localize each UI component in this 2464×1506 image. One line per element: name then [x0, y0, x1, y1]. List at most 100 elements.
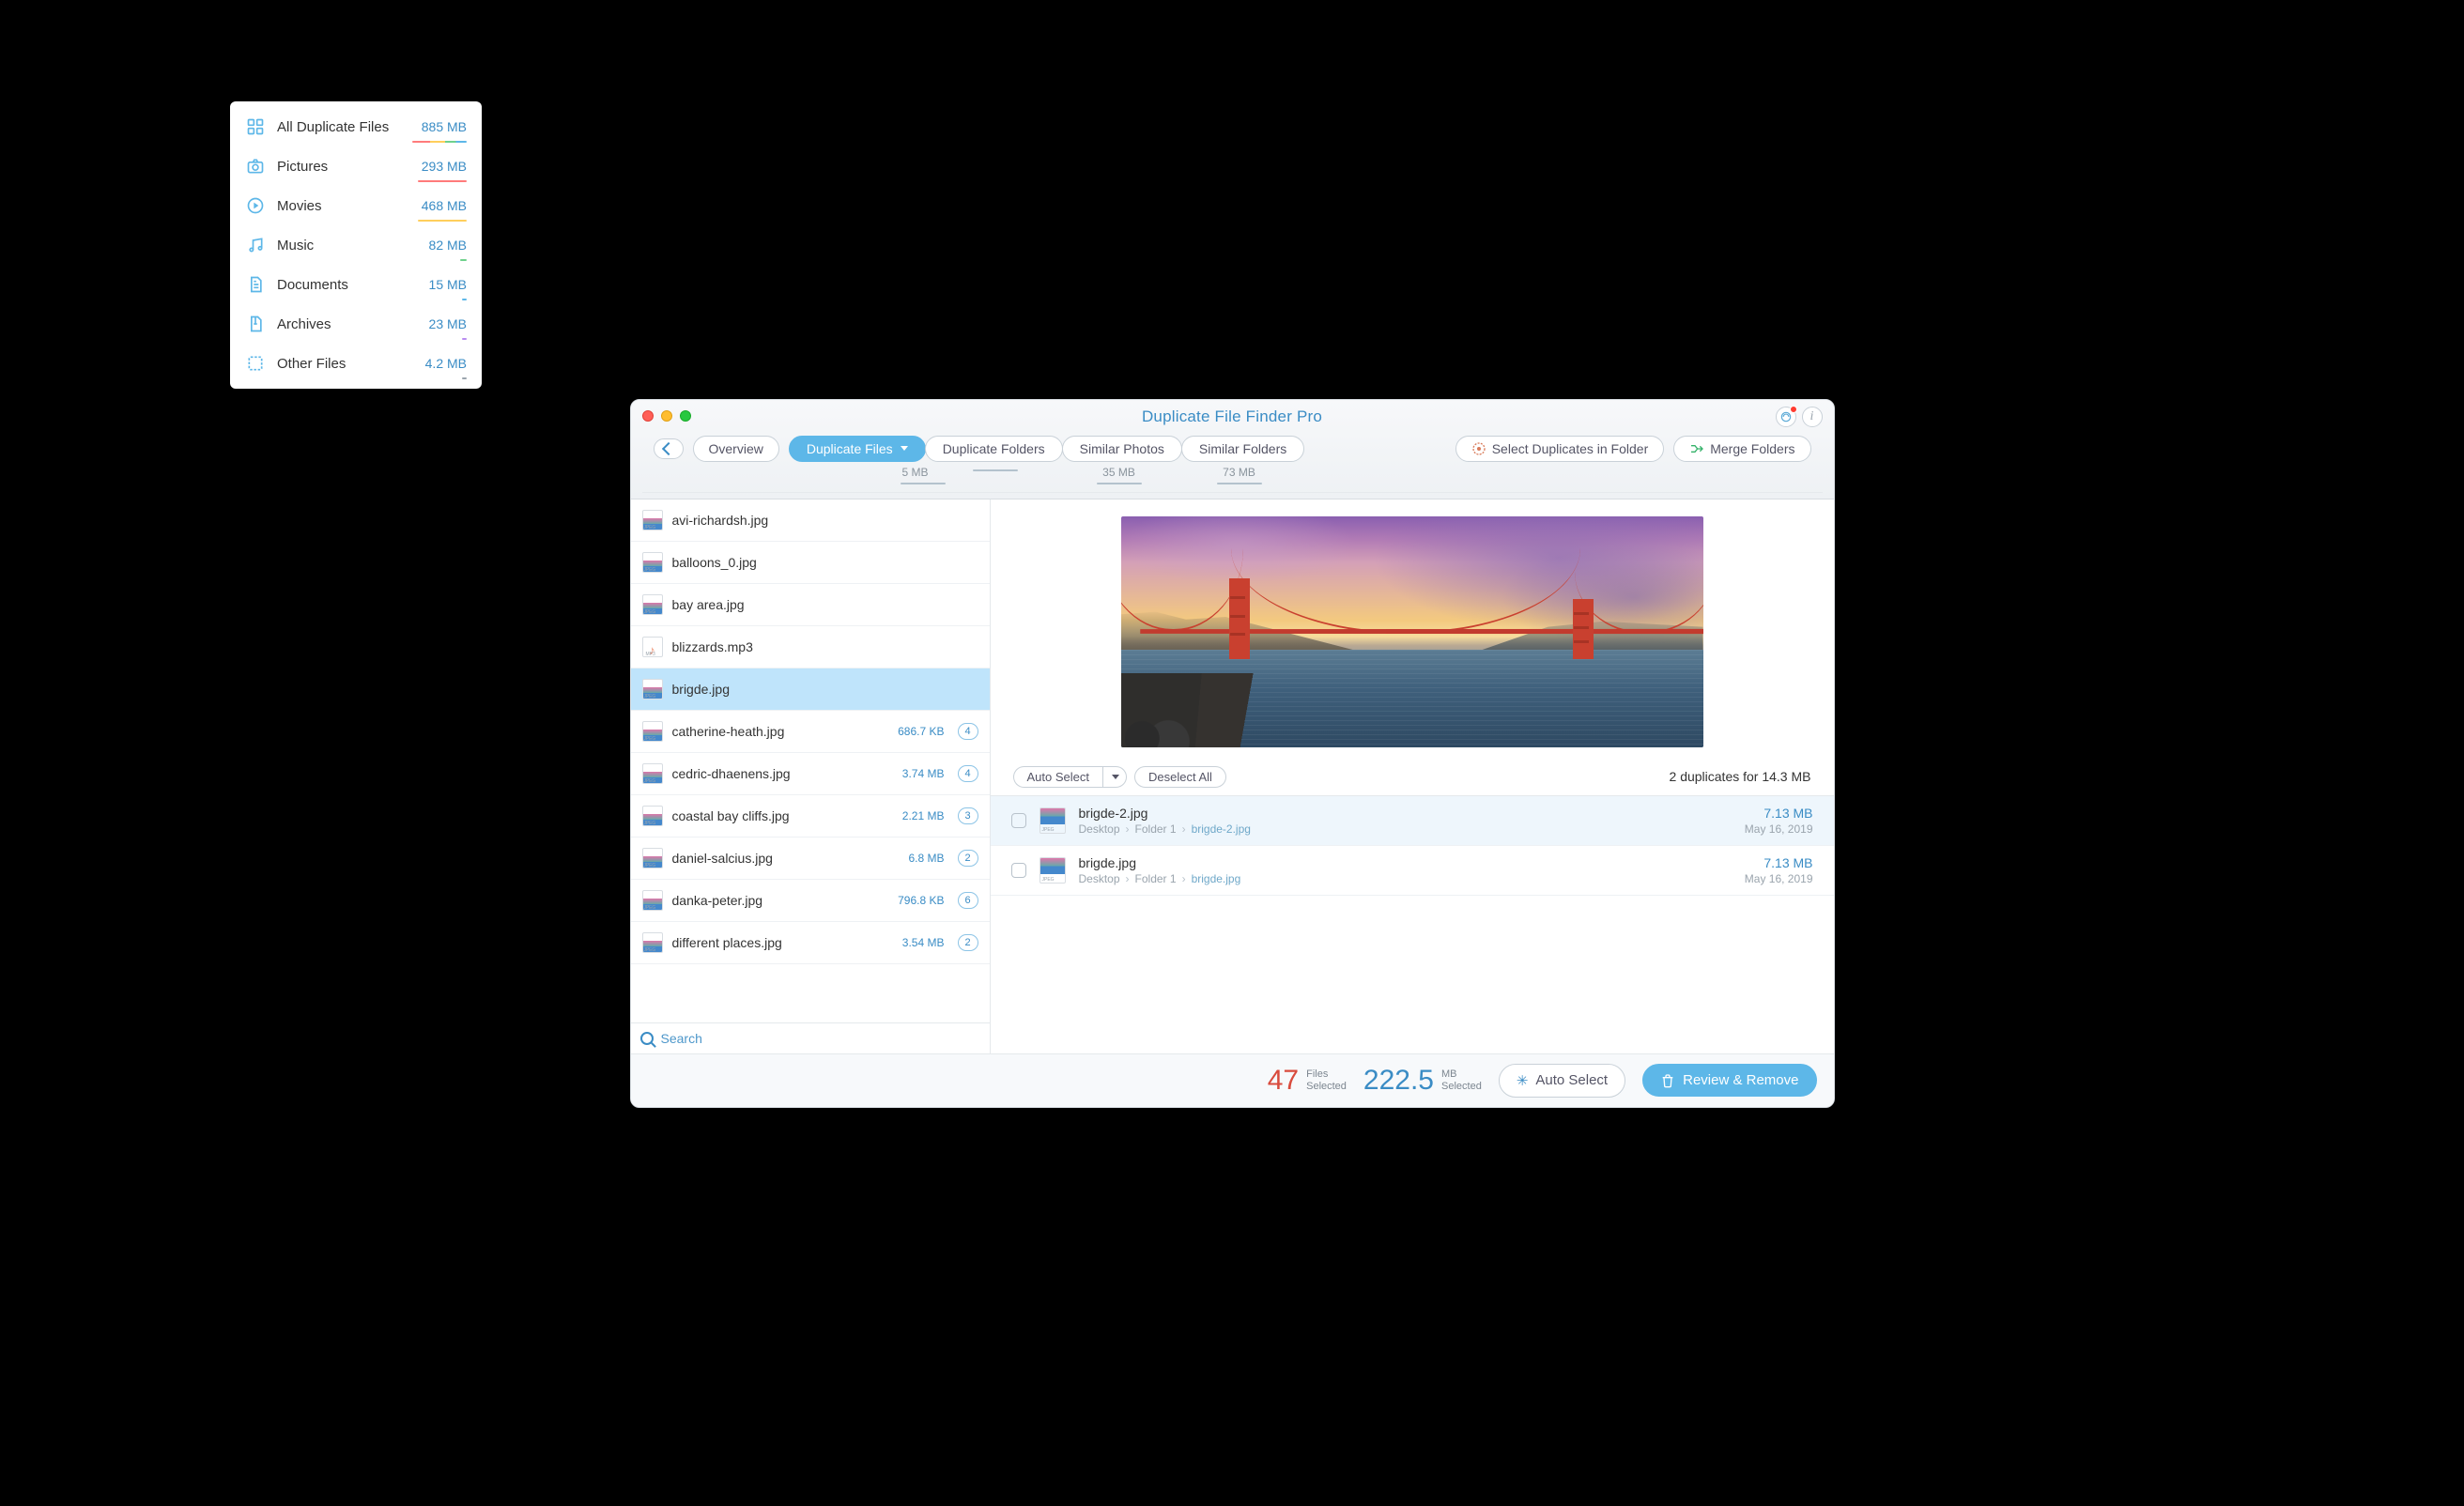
detail-toolbar: Auto Select Deselect All 2 duplicates fo…: [991, 759, 1834, 795]
file-size: 2.21 MB: [902, 809, 945, 822]
file-thumb-icon: [642, 637, 663, 657]
file-row[interactable]: blizzards.mp3: [631, 626, 990, 668]
file-thumb-icon: [642, 679, 663, 699]
file-thumb-icon: [642, 594, 663, 615]
search-row: [631, 1022, 990, 1053]
tab-size-label: 5 MB: [901, 466, 928, 479]
duplicate-row[interactable]: brigde-2.jpgDesktop›Folder 1›brigde-2.jp…: [991, 796, 1834, 846]
file-name: coastal bay cliffs.jpg: [672, 808, 893, 823]
file-row[interactable]: different places.jpg3.54 MB2: [631, 922, 990, 964]
auto-select-menu-button[interactable]: [1102, 766, 1127, 788]
search-icon: [640, 1032, 654, 1045]
duplicate-count-badge: 3: [958, 807, 978, 824]
file-row[interactable]: cedric-dhaenens.jpg3.74 MB4: [631, 753, 990, 795]
search-input[interactable]: [661, 1031, 980, 1046]
duplicate-count-badge: 6: [958, 892, 978, 909]
main-content: Sort by Name avi-richardsh.jpgballoons_0…: [631, 499, 1834, 1053]
auto-select-button[interactable]: Auto Select: [1013, 766, 1103, 788]
duplicate-count-badge: 2: [958, 850, 978, 867]
deselect-all-button[interactable]: Deselect All: [1134, 766, 1226, 788]
file-list[interactable]: avi-richardsh.jpg balloons_0.jpgbay area.…: [631, 499, 990, 1022]
file-row[interactable]: bay area.jpg: [631, 584, 990, 626]
maximize-window-button[interactable]: [680, 410, 691, 422]
file-row[interactable]: daniel-salcius.jpg 6.8 MB 2: [631, 838, 990, 880]
merge-folders-button[interactable]: Merge Folders: [1673, 436, 1810, 462]
button-label: Select Duplicates in Folder: [1492, 441, 1649, 456]
select-checkbox[interactable]: [1011, 863, 1026, 878]
duplicate-summary: 2 duplicates for 14.3 MB: [1670, 769, 1811, 784]
breadcrumb: Desktop›Folder 1›brigde.jpg: [1079, 872, 1241, 885]
toolbar: Overview Duplicate Files Duplicate Folde…: [642, 426, 1823, 462]
info-icon[interactable]: i: [1802, 407, 1823, 427]
file-row[interactable]: balloons_0.jpg: [631, 542, 990, 584]
stat-number: 47: [1268, 1065, 1299, 1097]
button-label: Review & Remove: [1683, 1072, 1798, 1088]
tab-size-label: 73 MB: [1223, 466, 1255, 479]
sparkle-icon: ✳: [1517, 1072, 1529, 1089]
file-row[interactable]: avi-richardsh.jpg: [631, 499, 990, 542]
file-name: daniel-salcius.jpg: [672, 851, 900, 866]
notification-dot: [1790, 406, 1797, 413]
file-size: 3.54 MB: [902, 936, 945, 949]
file-name: catherine-heath.jpg: [672, 724, 889, 739]
file-name: balloons_0.jpg: [672, 555, 978, 570]
tab-size-row: 5 MB 35 MB 73 MB: [642, 462, 1823, 493]
preview-image: [1121, 516, 1703, 747]
duplicate-name: brigde.jpg: [1079, 855, 1241, 870]
chevron-down-icon: [1112, 775, 1119, 779]
close-window-button[interactable]: [642, 410, 654, 422]
duplicate-name: brigde-2.jpg: [1079, 806, 1251, 821]
chevron-left-icon: [661, 441, 674, 454]
file-row[interactable]: brigde.jpg: [631, 668, 990, 711]
file-name: bay area.jpg: [672, 597, 978, 612]
tab-duplicate-folders[interactable]: Duplicate Folders: [925, 436, 1063, 462]
breadcrumb: Desktop›Folder 1›brigde-2.jpg: [1079, 822, 1251, 836]
file-thumb-icon: [642, 552, 663, 573]
file-size: 3.74 MB: [902, 767, 945, 780]
duplicate-size: 7.13 MB: [1745, 806, 1813, 821]
overview-button[interactable]: Overview: [693, 436, 779, 462]
file-thumb-icon: [1040, 807, 1066, 834]
duplicate-list: brigde-2.jpgDesktop›Folder 1›brigde-2.jp…: [991, 795, 1834, 896]
button-label: Auto Select: [1535, 1072, 1608, 1088]
detail-pane: Auto Select Deselect All 2 duplicates fo…: [991, 499, 1834, 1053]
file-thumb-icon: [642, 763, 663, 784]
tab-duplicate-files[interactable]: Duplicate Files: [789, 436, 926, 462]
file-size: 6.8 MB: [908, 852, 944, 865]
back-button[interactable]: [654, 438, 684, 459]
file-name: avi-richardsh.jpg: [672, 513, 978, 528]
updates-icon[interactable]: [1776, 407, 1796, 427]
tab-segment: Duplicate Files Duplicate Folders Simila…: [789, 436, 1304, 462]
select-duplicates-in-folder-button[interactable]: Select Duplicates in Folder: [1455, 436, 1665, 462]
duplicate-count-badge: 4: [958, 765, 978, 782]
footer-auto-select-button[interactable]: ✳ Auto Select: [1499, 1064, 1625, 1098]
file-name: different places.jpg: [672, 935, 893, 950]
file-thumb-icon: [642, 806, 663, 826]
file-name: brigde.jpg: [672, 682, 978, 697]
file-thumb-icon: [642, 848, 663, 868]
file-row[interactable]: catherine-heath.jpg686.7 KB4: [631, 711, 990, 753]
stat-size-selected: 222.5 MBSelected: [1363, 1065, 1482, 1097]
file-thumb-icon: [642, 510, 663, 530]
tab-similar-folders[interactable]: Similar Folders: [1181, 436, 1304, 462]
file-row[interactable]: coastal bay cliffs.jpg 2.21 MB 3: [631, 795, 990, 838]
tab-similar-photos[interactable]: Similar Photos: [1062, 436, 1182, 462]
file-name: danka-peter.jpg: [672, 893, 889, 908]
trash-icon: [1660, 1073, 1675, 1088]
duplicate-date: May 16, 2019: [1745, 822, 1813, 836]
app-window: Duplicate File Finder Pro i Overview Dup…: [630, 399, 1835, 1108]
window-controls: [642, 410, 691, 422]
file-thumb-icon: [642, 932, 663, 953]
minimize-window-button[interactable]: [661, 410, 672, 422]
duplicate-date: May 16, 2019: [1745, 872, 1813, 885]
file-size: 686.7 KB: [898, 725, 944, 738]
app-title: Duplicate File Finder Pro: [642, 407, 1823, 426]
file-name: blizzards.mp3: [672, 639, 978, 654]
file-row[interactable]: danka-peter.jpg 796.8 KB 6: [631, 880, 990, 922]
duplicate-size: 7.13 MB: [1745, 855, 1813, 870]
duplicate-row[interactable]: brigde.jpg Desktop›Folder 1›brigde.jpg 7.1…: [991, 846, 1834, 896]
review-remove-button[interactable]: Review & Remove: [1642, 1064, 1816, 1097]
chevron-down-icon: [901, 446, 908, 451]
file-size: 796.8 KB: [898, 894, 944, 907]
select-checkbox[interactable]: [1011, 813, 1026, 828]
